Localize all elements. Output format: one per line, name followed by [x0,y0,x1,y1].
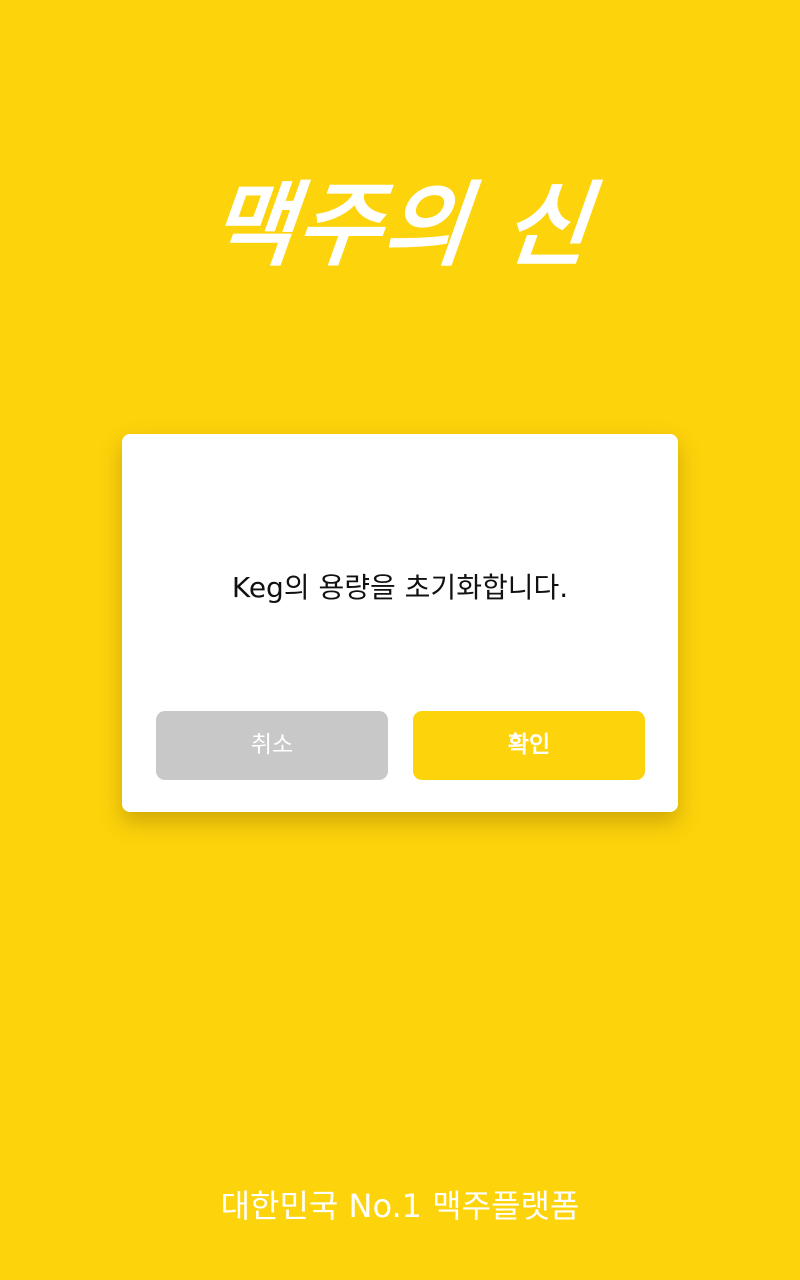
confirm-dialog: Keg의 용량을 초기화합니다. 취소 확인 [122,434,678,812]
cancel-button[interactable]: 취소 [156,711,388,780]
dialog-message: Keg의 용량을 초기화합니다. [231,571,569,604]
footer-tagline: 대한민국 No.1 맥주플랫폼 [220,1187,580,1225]
confirm-button[interactable]: 확인 [413,711,645,780]
brand-logo: 맥주의 신 [190,150,610,320]
brand-logo-text: 맥주의 신 [205,171,598,279]
